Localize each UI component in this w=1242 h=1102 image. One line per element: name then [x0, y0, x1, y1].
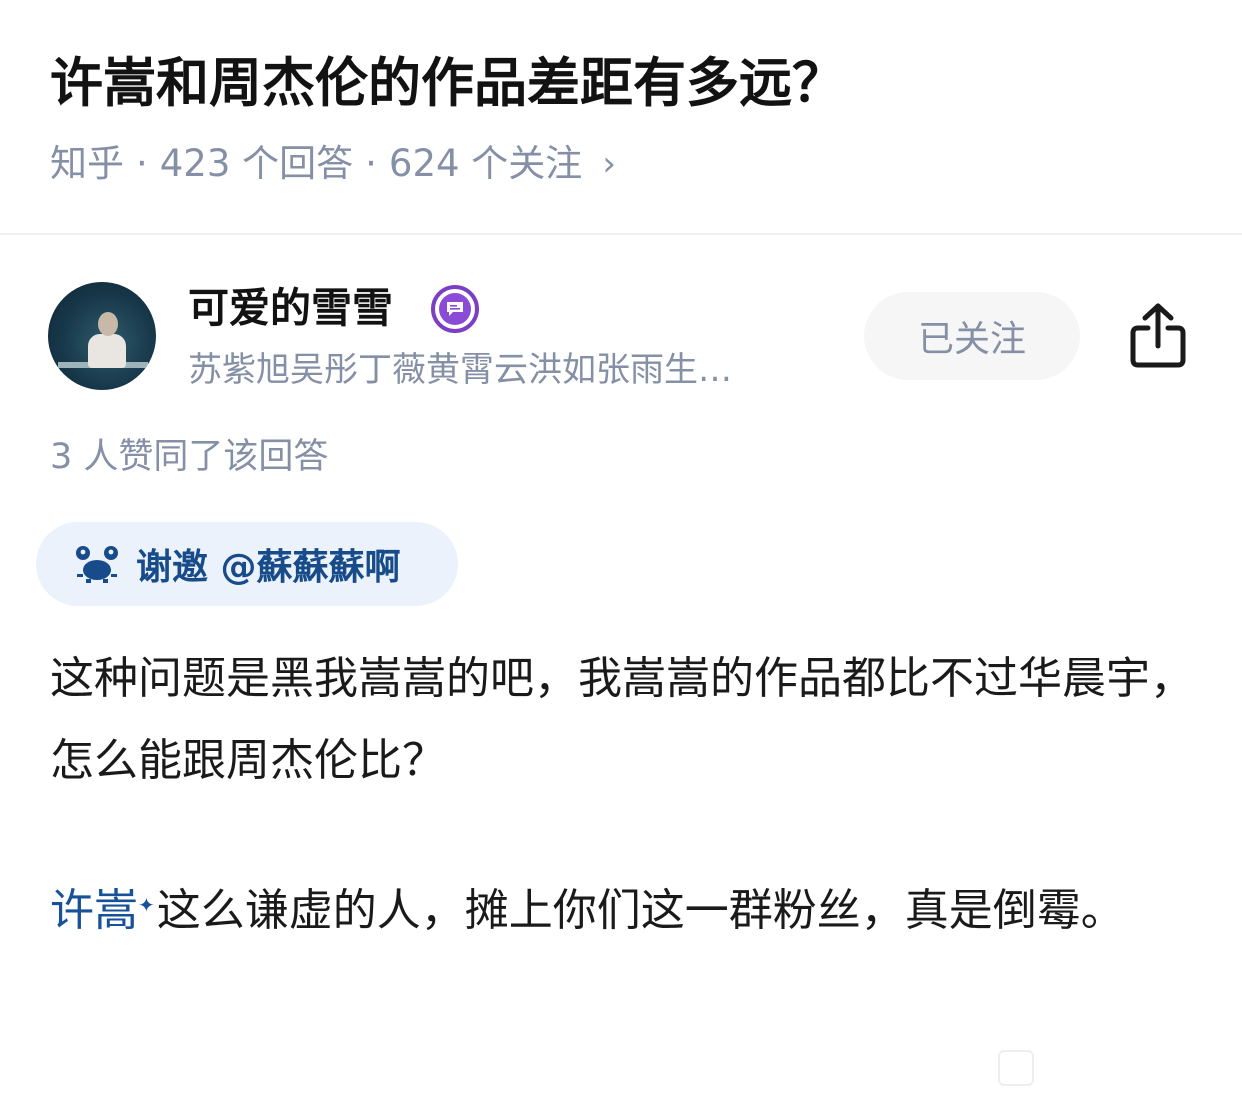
crab-icon [76, 546, 118, 583]
follower-count: 624 个关注 [388, 142, 583, 185]
question-meta[interactable]: 知乎 · 423 个回答 · 624 个关注 › [50, 140, 616, 188]
vote-count: 3 人赞同了该回答 [50, 437, 329, 477]
invite-text: 谢邀 @蘇蘇蘇啊 [136, 547, 401, 588]
answer-text: 这么谦虚的人，摊上你们这一群粉丝，真是倒霉。 [156, 885, 1125, 936]
watermark-icon [998, 1050, 1034, 1086]
question-title[interactable]: 许嵩和周杰伦的作品差距有多远？ [50, 48, 845, 120]
invite-tag[interactable]: 谢邀 @蘇蘇蘇啊 [36, 522, 458, 606]
divider [0, 233, 1242, 235]
avatar[interactable] [48, 282, 156, 390]
follow-button[interactable]: 已关注 [864, 292, 1080, 380]
meta-separator: · [365, 142, 377, 185]
spark-icon: ✦ [138, 893, 155, 917]
topic-link[interactable]: 许嵩 [50, 885, 138, 936]
author-bio: 苏紫旭吴彤丁薇黄霄云洪如张雨生… [188, 350, 732, 390]
chevron-right-icon: › [602, 144, 616, 184]
author-name[interactable]: 可爱的雪雪 [188, 280, 393, 336]
chat-badge-icon[interactable] [431, 285, 479, 333]
share-button[interactable] [1122, 298, 1194, 374]
share-icon [1130, 303, 1186, 368]
source-label: 知乎 [50, 142, 124, 185]
answer-paragraph: 这种问题是黑我嵩嵩的吧，我嵩嵩的作品都比不过华晨宇，怎么能跟周杰伦比？ [50, 653, 1194, 786]
meta-separator: · [136, 142, 148, 185]
answer-count: 423 个回答 [159, 142, 354, 185]
answer-paragraph: 许嵩✦这么谦虚的人，摊上你们这一群粉丝，真是倒霉。 [50, 870, 1200, 952]
